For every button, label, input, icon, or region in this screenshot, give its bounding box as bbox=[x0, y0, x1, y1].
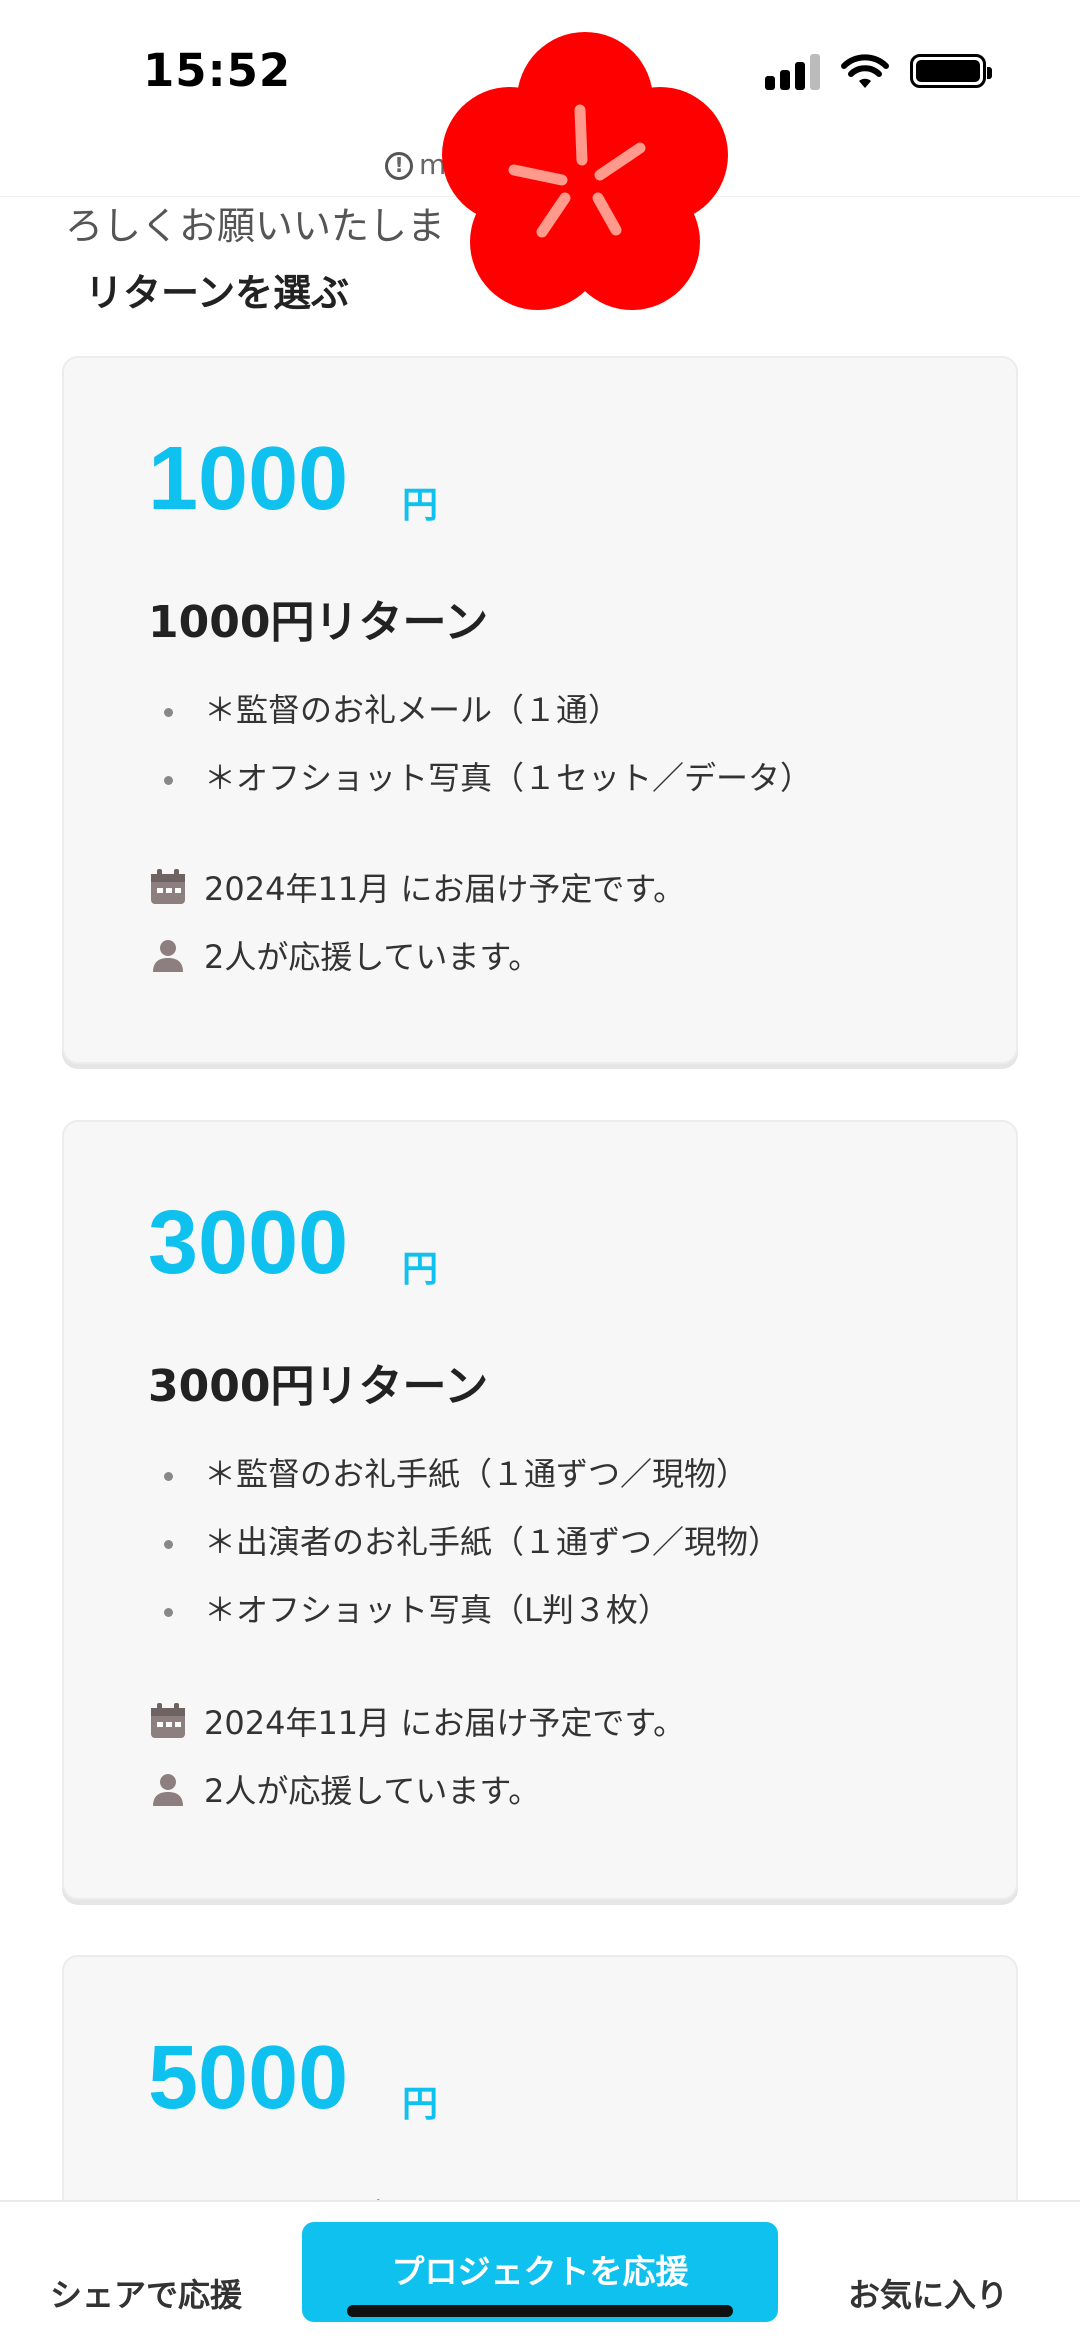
delivery-info: 2024年11月 にお届け予定です。 bbox=[148, 1698, 685, 1744]
reward-items: ＊監督のお礼メール（１通） ＊オフショット写真（１セット／データ） bbox=[148, 688, 812, 824]
list-item: ＊監督のお礼メール（１通） bbox=[148, 688, 812, 756]
backers-text: 2人が応援しています。 bbox=[204, 938, 541, 976]
status-time: 15:52 bbox=[143, 44, 292, 97]
person-icon bbox=[153, 1774, 183, 1806]
list-item: ＊オフショット写真（１セット／データ） bbox=[148, 756, 812, 824]
calendar-icon bbox=[151, 869, 185, 904]
list-item: ＊オフショット写真（L判３枚） bbox=[148, 1588, 780, 1656]
backers-info: 2人が応援しています。 bbox=[148, 932, 540, 978]
backers-text: 2人が応援しています。 bbox=[204, 1772, 541, 1810]
currency-unit: 円 bbox=[402, 2084, 439, 2125]
reward-price: 1000 bbox=[148, 429, 349, 529]
info-icon: ! bbox=[385, 152, 413, 180]
reward-price: 5000 bbox=[148, 2028, 349, 2128]
delivery-text: 2024年11月 にお届け予定です。 bbox=[204, 1704, 686, 1742]
reward-title: 1000円リターン bbox=[148, 597, 489, 648]
home-indicator bbox=[347, 2305, 733, 2317]
currency-unit: 円 bbox=[402, 485, 439, 526]
calendar-icon bbox=[151, 1703, 185, 1738]
delivery-text: 2024年11月 にお届け予定です。 bbox=[204, 870, 686, 908]
share-support-button[interactable]: シェアで応援 bbox=[50, 2270, 242, 2316]
list-item: ＊出演者のお礼手紙（１通ずつ／現物） bbox=[148, 1520, 780, 1588]
currency-unit: 円 bbox=[402, 1249, 439, 1290]
favorite-button[interactable]: お気に入り bbox=[848, 2270, 1008, 2316]
wifi-icon bbox=[841, 54, 889, 88]
reward-card-1000[interactable]: 1000 円 1000円リターン ＊監督のお礼メール（１通） ＊オフショット写真… bbox=[62, 356, 1018, 1064]
delivery-info: 2024年11月 にお届け予定です。 bbox=[148, 864, 685, 910]
person-icon bbox=[153, 940, 183, 972]
bottom-action-bar: シェアで応援 プロジェクトを応援 お気に入り bbox=[0, 2200, 1080, 2340]
cellular-signal-icon bbox=[765, 54, 823, 90]
section-title: リターンを選ぶ bbox=[85, 271, 350, 315]
backers-info: 2人が応援しています。 bbox=[148, 1766, 540, 1812]
plum-blossom-icon bbox=[442, 32, 728, 310]
reward-card-3000[interactable]: 3000 円 3000円リターン ＊監督のお礼手紙（１通ずつ／現物） ＊出演者の… bbox=[62, 1120, 1018, 1900]
reward-price: 3000 bbox=[148, 1193, 349, 1293]
reward-title: 3000円リターン bbox=[148, 1361, 489, 1412]
reward-items: ＊監督のお礼手紙（１通ずつ／現物） ＊出演者のお礼手紙（１通ずつ／現物） ＊オフ… bbox=[148, 1452, 780, 1656]
list-item: ＊監督のお礼手紙（１通ずつ／現物） bbox=[148, 1452, 780, 1520]
intro-text: ろしくお願いいたしま bbox=[65, 204, 446, 248]
battery-icon bbox=[910, 54, 992, 88]
